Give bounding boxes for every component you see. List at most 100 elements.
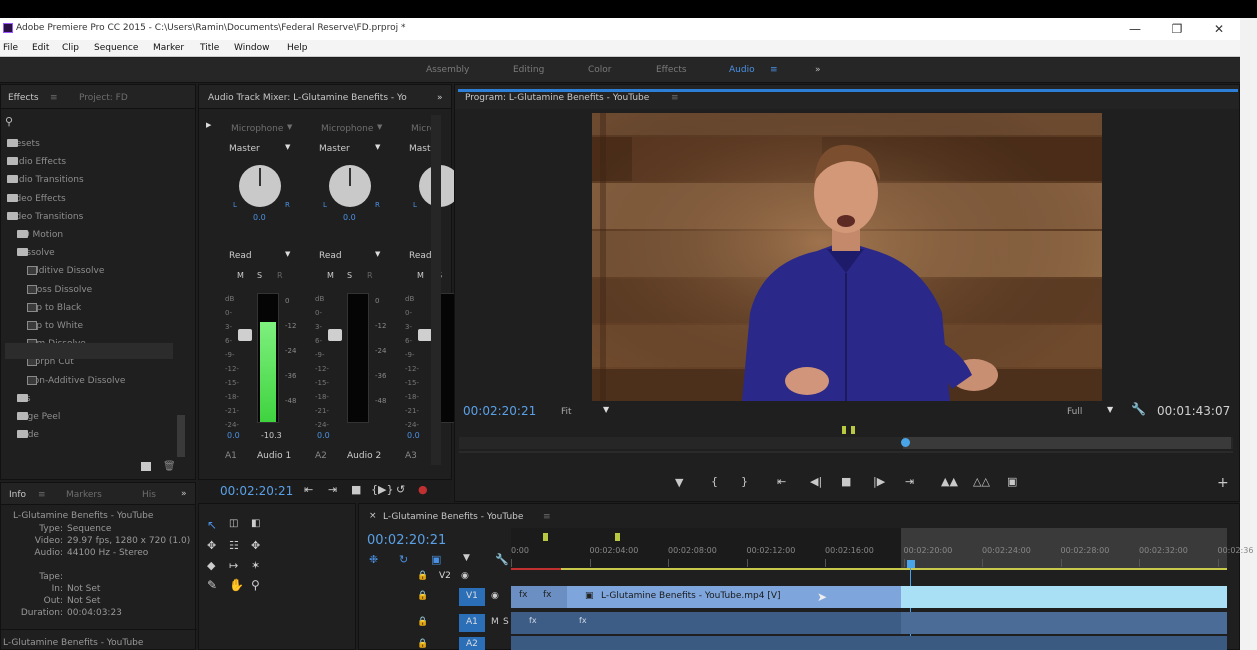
ruler-marker-icon[interactable] bbox=[615, 533, 620, 541]
add-marker-timeline-icon[interactable]: ▣ bbox=[431, 553, 441, 566]
chevron-down-icon[interactable]: ▼ bbox=[285, 250, 290, 258]
volume-fader[interactable] bbox=[418, 329, 432, 341]
workspace-audio[interactable]: Audio bbox=[729, 65, 755, 75]
hand-tool-icon[interactable]: ✋ bbox=[229, 578, 244, 592]
effects-search-input[interactable] bbox=[21, 115, 187, 129]
volume-fader[interactable] bbox=[328, 329, 342, 341]
search-icon[interactable]: ⚲ bbox=[5, 115, 13, 128]
razor-tool-icon[interactable]: ✥ bbox=[251, 539, 260, 552]
pen-tool-alt-icon[interactable]: ✎ bbox=[207, 578, 217, 592]
pan-knob[interactable] bbox=[329, 165, 371, 207]
mark-in-icon[interactable]: { bbox=[711, 475, 718, 488]
linked-selection-icon[interactable]: ↻ bbox=[399, 553, 408, 566]
info-more-icon[interactable]: » bbox=[181, 489, 187, 499]
tab-menu-icon[interactable]: ≡ bbox=[50, 93, 58, 103]
volume-value[interactable]: 0.0 bbox=[407, 431, 420, 440]
tree-item[interactable]: ▶Slide bbox=[17, 430, 39, 440]
chevron-down-icon[interactable]: ▼ bbox=[287, 123, 292, 131]
timeline-playhead-icon[interactable] bbox=[907, 560, 915, 568]
chevron-down-icon[interactable]: ▼ bbox=[375, 250, 380, 258]
rolling-edit-tool-icon[interactable]: ✥ bbox=[207, 539, 216, 552]
lock-icon[interactable]: 🔒 bbox=[417, 639, 428, 649]
volume-value[interactable]: 0.0 bbox=[317, 431, 330, 440]
play-in-out-icon[interactable]: {▶} bbox=[371, 483, 393, 496]
minimize-icon[interactable]: — bbox=[1120, 20, 1150, 38]
solo-button[interactable]: S bbox=[347, 271, 352, 280]
ruler-marker-icon[interactable] bbox=[543, 533, 548, 541]
lift-icon[interactable]: ▲▲ bbox=[941, 475, 958, 488]
program-playhead-timecode[interactable]: 00:02:20:21 bbox=[463, 404, 536, 418]
menu-sequence[interactable]: Sequence bbox=[94, 43, 138, 53]
mark-out-icon[interactable]: } bbox=[741, 475, 748, 488]
input-select[interactable]: Microphone bbox=[321, 124, 373, 134]
mixer-timecode[interactable]: 00:02:20:21 bbox=[220, 484, 293, 498]
timeline-marker-icon[interactable]: ▼ bbox=[463, 553, 470, 563]
record-arm-button[interactable]: R bbox=[277, 271, 283, 280]
menu-clip[interactable]: Clip bbox=[62, 43, 79, 53]
tree-item[interactable]: ▶Audio Transitions bbox=[7, 175, 84, 185]
automation-mode[interactable]: Read bbox=[229, 251, 252, 261]
mixer-scrollbar[interactable] bbox=[431, 115, 441, 465]
quality-chevron-icon[interactable]: ▼ bbox=[1107, 405, 1113, 414]
solo-icon[interactable]: S bbox=[503, 617, 509, 627]
delete-icon[interactable]: 🗑 bbox=[163, 461, 176, 472]
snap-icon[interactable]: ❉ bbox=[369, 553, 378, 566]
restore-icon[interactable]: ❐ bbox=[1162, 20, 1192, 38]
tab-history[interactable]: His bbox=[142, 490, 156, 500]
timeline-close-icon[interactable]: × bbox=[369, 511, 377, 521]
chevron-down-icon[interactable]: ▼ bbox=[285, 143, 290, 151]
marker-out-icon[interactable] bbox=[851, 426, 855, 434]
output-select[interactable]: Master bbox=[229, 144, 260, 154]
track-select-tool-icon[interactable]: ◫ bbox=[229, 518, 238, 529]
slip-tool-icon[interactable]: ◆ bbox=[207, 559, 215, 572]
volume-value[interactable]: 0.0 bbox=[227, 431, 240, 440]
step-forward-icon[interactable]: |▶ bbox=[873, 475, 885, 488]
loop-icon[interactable]: ↺ bbox=[396, 483, 405, 496]
mute-button[interactable]: M bbox=[327, 271, 334, 280]
pan-value[interactable]: 0.0 bbox=[343, 213, 356, 222]
timeline-timecode[interactable]: 00:02:20:21 bbox=[367, 533, 446, 548]
audio-clip-a1[interactable]: fx fx bbox=[511, 612, 1227, 634]
menu-window[interactable]: Window bbox=[234, 43, 270, 53]
go-to-out-point-icon[interactable]: ⇥ bbox=[905, 475, 914, 488]
timeline-menu-icon[interactable]: ≡ bbox=[543, 512, 551, 522]
audio-clip-a2[interactable] bbox=[511, 636, 1227, 650]
timeline-settings-wrench-icon[interactable]: 🔧 bbox=[495, 553, 509, 566]
tree-item[interactable]: Cross Dissolve bbox=[27, 284, 92, 295]
tree-item[interactable]: Non-Additive Dissolve bbox=[27, 375, 125, 386]
marker-in-icon[interactable] bbox=[842, 426, 846, 434]
pan-value[interactable]: 0.0 bbox=[253, 213, 266, 222]
fit-dropdown[interactable]: Fit bbox=[561, 407, 572, 417]
chevron-down-icon[interactable]: ▼ bbox=[377, 123, 382, 131]
eye-icon[interactable]: ◉ bbox=[491, 591, 499, 601]
tab-project[interactable]: Project: FD bbox=[79, 93, 128, 103]
extract-icon[interactable]: △△ bbox=[973, 475, 990, 488]
effects-scrollbar[interactable] bbox=[177, 415, 185, 457]
step-back-icon[interactable]: ◀| bbox=[810, 475, 822, 488]
solo-button[interactable]: S bbox=[257, 271, 262, 280]
chevron-down-icon[interactable]: ▼ bbox=[603, 405, 609, 414]
pen-tool-icon[interactable]: ✶ bbox=[251, 559, 260, 572]
close-icon[interactable]: ✕ bbox=[1204, 20, 1234, 38]
playhead-icon[interactable] bbox=[901, 438, 910, 447]
go-to-in-icon[interactable]: ⇤ bbox=[304, 483, 313, 496]
go-to-out-icon[interactable]: ⇥ bbox=[328, 483, 337, 496]
video-clip[interactable]: fx fx ▣ L-Glutamine Benefits - YouTube.m… bbox=[511, 586, 1227, 608]
add-button-icon[interactable]: + bbox=[1217, 475, 1229, 491]
more-workspaces-icon[interactable]: » bbox=[815, 65, 821, 75]
menu-help[interactable]: Help bbox=[287, 43, 308, 53]
selection-tool-icon[interactable]: ↖ bbox=[207, 518, 217, 532]
info-menu-icon[interactable]: ≡ bbox=[38, 490, 46, 500]
tree-item[interactable]: ▶3D Motion bbox=[17, 230, 63, 240]
mute-button[interactable]: M bbox=[237, 271, 244, 280]
stop-icon[interactable]: ■ bbox=[841, 475, 851, 488]
mute-icon[interactable]: M bbox=[491, 617, 499, 627]
go-to-in-point-icon[interactable]: ⇤ bbox=[777, 475, 786, 488]
menu-marker[interactable]: Marker bbox=[153, 43, 184, 53]
tree-item[interactable]: Additive Dissolve bbox=[27, 266, 104, 276]
stop-icon[interactable]: ■ bbox=[351, 483, 361, 496]
zoom-tool-icon[interactable]: ⚲ bbox=[251, 578, 260, 592]
mute-button[interactable]: M bbox=[417, 271, 424, 280]
tree-item[interactable]: ▼Video Transitions bbox=[7, 211, 83, 222]
tree-item[interactable]: ▶Presets bbox=[7, 139, 40, 149]
